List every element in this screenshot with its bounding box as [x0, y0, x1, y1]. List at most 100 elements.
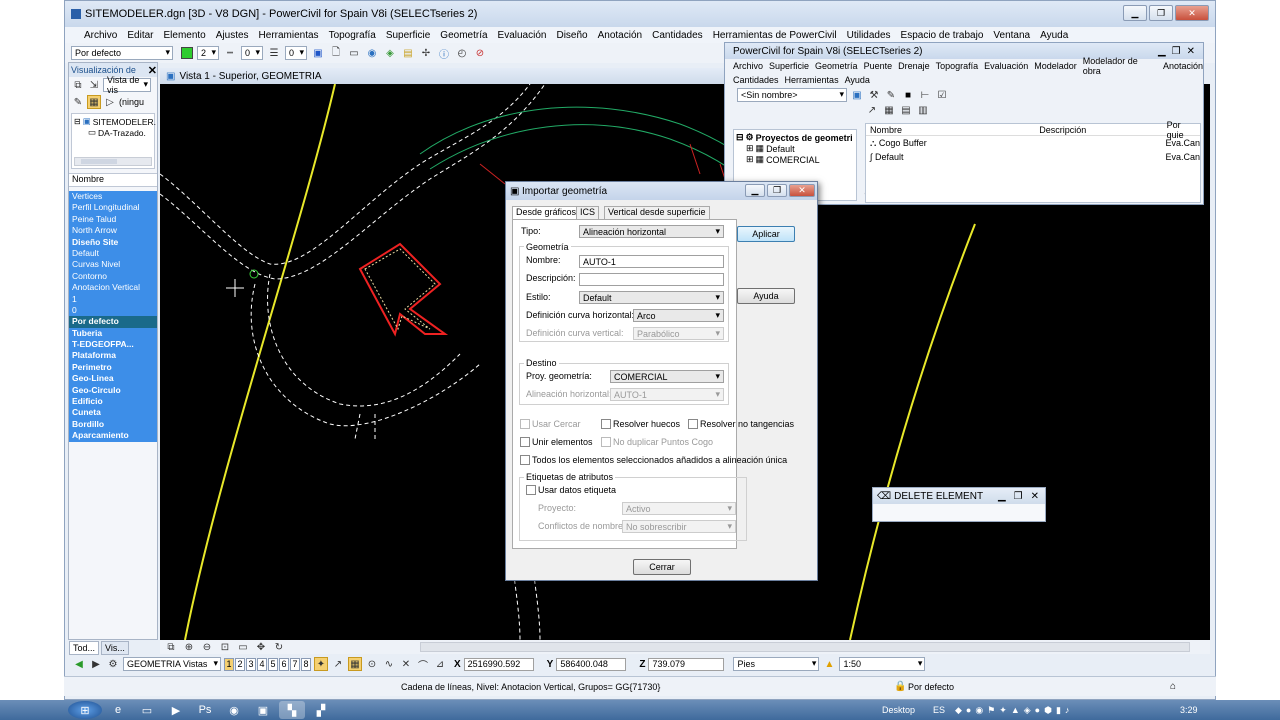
close-icon[interactable]: ✕ — [1187, 46, 1195, 57]
maximize-button[interactable]: ❐ — [767, 184, 787, 197]
descripcion-input[interactable] — [579, 273, 724, 286]
microstation-task-icon[interactable]: ▞ — [308, 701, 334, 719]
desktop-label[interactable]: Desktop — [882, 705, 915, 715]
tab-vertical-superficie[interactable]: Vertical desde superficie — [604, 206, 710, 219]
level-item[interactable]: Contorno — [69, 270, 157, 283]
window-area-icon[interactable]: ▭ — [236, 640, 250, 654]
weight-combo[interactable]: 0 — [285, 46, 307, 60]
explorer-icon[interactable]: ▣ — [850, 88, 864, 102]
menu-item-10[interactable]: Anotación — [593, 30, 647, 41]
view-display-combo[interactable]: Vista de vis — [103, 75, 151, 95]
level-item[interactable]: Anotacion Vertical — [69, 282, 157, 294]
no-duplicar-checkbox[interactable] — [601, 437, 611, 447]
level-item[interactable]: Cuneta — [69, 407, 157, 419]
cerrar-button[interactable]: Cerrar — [633, 559, 691, 575]
resolver-huecos-checkbox[interactable] — [601, 419, 611, 429]
center-snap-icon[interactable]: ⊙ — [365, 657, 379, 671]
menu-item-11[interactable]: Cantidades — [647, 30, 708, 41]
menu-item-9[interactable]: Diseño — [551, 30, 592, 41]
powercivil-task-icon[interactable]: ▚ — [279, 701, 305, 719]
units-combo[interactable]: Pies — [733, 657, 820, 671]
stack-icon[interactable]: ▤ — [401, 46, 415, 60]
view-6-button[interactable]: 6 — [279, 657, 289, 671]
pc-menu-item[interactable]: Geometría — [815, 61, 858, 71]
chart-icon[interactable]: ▥ — [916, 103, 930, 117]
level-item[interactable]: Geo-Linea — [69, 373, 157, 385]
check-icon[interactable]: ☑ — [935, 88, 949, 102]
tree-scrollbar[interactable] — [74, 157, 152, 166]
menu-item-5[interactable]: Topografía — [324, 30, 381, 41]
start-button[interactable]: ⊞ — [68, 701, 102, 719]
scale-combo[interactable]: 1:50 — [839, 657, 926, 671]
menu-item-12[interactable]: Herramientas de PowerCivil — [708, 30, 842, 41]
media-icon[interactable]: ▶ — [163, 701, 189, 719]
col-usuario[interactable]: Por quie — [1167, 120, 1200, 140]
ie-icon[interactable]: e — [105, 701, 131, 719]
level-item[interactable]: Diseño Site — [69, 236, 157, 248]
todos-checkbox[interactable] — [520, 455, 530, 465]
tree-item-default[interactable]: ⊞ ▦ Default — [736, 143, 854, 154]
pc-menu-item[interactable]: Evaluación — [984, 61, 1028, 71]
color-combo[interactable]: 2 — [197, 46, 219, 60]
tree-item-comercial[interactable]: ⊞ ▦ COMERCIAL — [736, 154, 854, 165]
tab-vistas[interactable]: Vis... — [101, 641, 129, 655]
levels-icon[interactable]: ▦ — [87, 95, 101, 109]
zoom-out-icon[interactable]: ⊖ — [200, 640, 214, 654]
menu-item-1[interactable]: Editar — [122, 30, 158, 41]
brush-icon[interactable]: ✎ — [71, 95, 85, 109]
level-item[interactable]: Perimetro — [69, 361, 157, 374]
pc-menu-item[interactable]: Topografía — [936, 61, 979, 71]
aplicar-button[interactable]: Aplicar — [737, 226, 795, 242]
tab-ics[interactable]: ICS — [576, 206, 600, 219]
view-1-button[interactable]: 1 — [224, 657, 234, 671]
restore-icon[interactable]: ❐ — [1014, 491, 1023, 502]
stop-icon[interactable]: ⊘ — [473, 46, 487, 60]
grid-icon[interactable]: ▦ — [882, 103, 896, 117]
pc-menu-item[interactable]: Anotación — [1163, 61, 1203, 71]
minimize-icon[interactable]: ▁ — [998, 491, 1006, 502]
level-item[interactable]: Default — [69, 247, 157, 260]
tab-todos[interactable]: Tod... — [69, 641, 100, 655]
clock[interactable]: 3:29 — [1180, 705, 1198, 715]
back-icon[interactable]: ◀ — [72, 657, 86, 671]
filter-combo[interactable]: (ningu — [119, 97, 144, 107]
view-icon[interactable]: ⧉ — [71, 78, 85, 92]
level-item[interactable]: Plataforma — [69, 350, 157, 362]
table-icon[interactable]: ▤ — [899, 103, 913, 117]
photoshop-icon[interactable]: Ps — [192, 701, 218, 719]
pc-menu-item[interactable]: Superficie — [769, 61, 809, 71]
pointer-icon[interactable]: ⇲ — [87, 78, 101, 92]
nearest-icon[interactable]: ✕ — [399, 657, 413, 671]
col-descripcion[interactable]: Descripción — [1039, 125, 1166, 135]
col-nombre[interactable]: Nombre — [866, 125, 1039, 135]
level-item[interactable]: Por defecto — [69, 316, 157, 328]
usar-cercano-checkbox[interactable] — [520, 419, 530, 429]
level-item[interactable]: Vertices — [69, 191, 157, 203]
unir-checkbox[interactable] — [520, 437, 530, 447]
element-template-combo[interactable]: Por defecto — [71, 46, 173, 60]
table-row[interactable]: ⛬ Cogo Buffer Eva.Can — [866, 136, 1200, 150]
color-icon[interactable]: ■ — [901, 88, 915, 102]
z-coordinate[interactable]: 739.079 — [648, 657, 725, 671]
file-icon[interactable]: 🗋 — [329, 46, 343, 60]
level-item[interactable]: 1 — [69, 293, 157, 305]
home-icon[interactable]: ⌂ — [1170, 681, 1176, 692]
level-item[interactable]: Peine Talud — [69, 213, 157, 226]
level-item[interactable]: 0 — [69, 304, 157, 317]
curve-icon[interactable]: ↗ — [865, 103, 879, 117]
element-selection-icon[interactable]: ▣ — [311, 46, 325, 60]
pc-menu-item[interactable]: Modelador de obra — [1083, 56, 1157, 76]
level-item[interactable]: Curvas Nivel — [69, 259, 157, 271]
level-item[interactable]: Bordillo — [69, 418, 157, 431]
tree-root[interactable]: ⊟ ⚙ Proyectos de geometri — [736, 132, 854, 143]
menu-item-3[interactable]: Ajustes — [211, 30, 254, 41]
folder-icon[interactable]: ▭ — [347, 46, 361, 60]
ayuda-button[interactable]: Ayuda — [737, 288, 795, 304]
level-item[interactable]: North Arrow — [69, 225, 157, 237]
tab-desde-graficos[interactable]: Desde gráficos — [512, 206, 581, 219]
settings-icon[interactable]: ⚙ — [106, 657, 120, 671]
close-button[interactable]: ✕ — [789, 184, 815, 197]
level-item[interactable]: T-EDGEOFPA... — [69, 339, 157, 351]
tree-item-ref[interactable]: ▭ DA-Trazado. — [74, 127, 152, 138]
x-coordinate[interactable]: 2516990.592 — [463, 657, 534, 671]
